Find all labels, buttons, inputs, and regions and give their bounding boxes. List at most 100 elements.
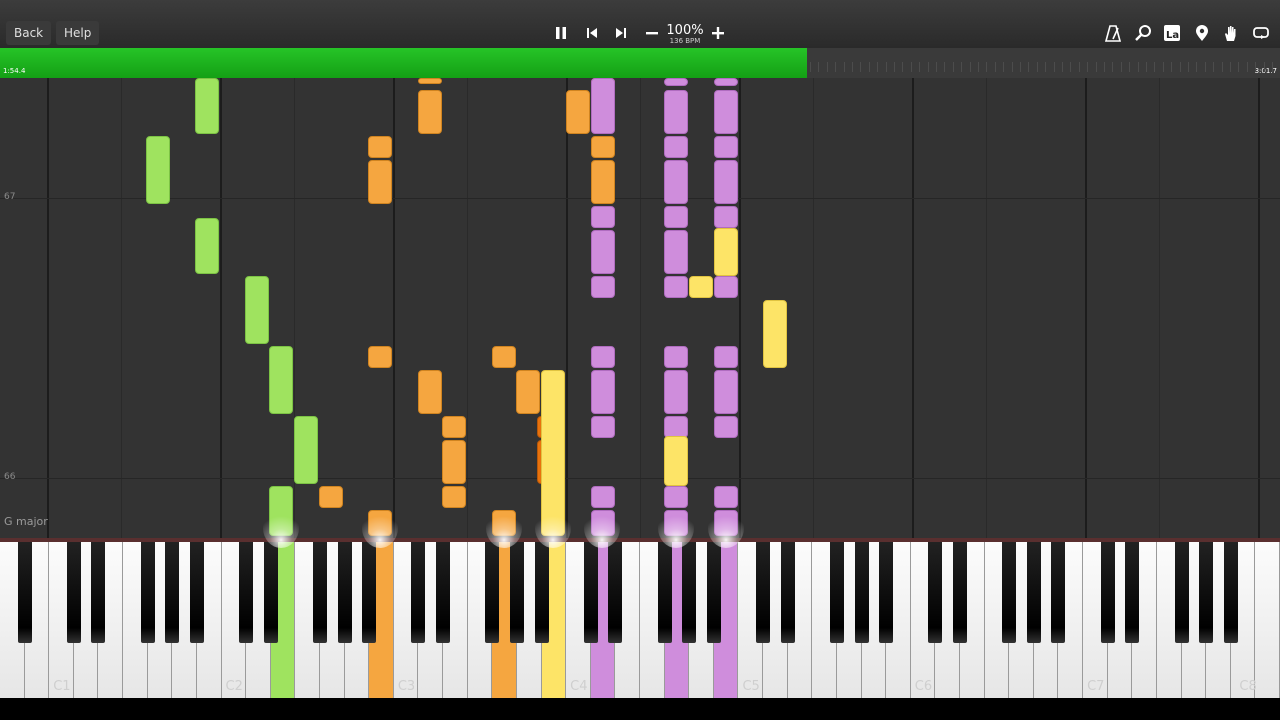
progress-tick bbox=[1020, 62, 1021, 72]
progress-tick bbox=[1011, 62, 1013, 72]
black-key[interactable] bbox=[189, 542, 204, 643]
black-key[interactable] bbox=[829, 542, 844, 643]
grid-line bbox=[121, 78, 122, 538]
key-signature: G major bbox=[4, 515, 48, 528]
note-block bbox=[368, 510, 392, 536]
black-key[interactable] bbox=[337, 542, 352, 643]
bookmark-icon[interactable] bbox=[1191, 22, 1213, 44]
grid-line bbox=[47, 78, 49, 538]
note-block bbox=[664, 416, 688, 438]
progress-tick bbox=[944, 62, 946, 72]
black-key[interactable] bbox=[583, 542, 598, 643]
zoom-icon[interactable] bbox=[1132, 22, 1154, 44]
black-key[interactable] bbox=[263, 542, 278, 643]
black-key[interactable] bbox=[756, 542, 771, 643]
note-block bbox=[664, 370, 688, 414]
black-key[interactable] bbox=[165, 542, 180, 643]
back-button[interactable]: Back bbox=[6, 21, 52, 45]
progress-tick bbox=[961, 62, 963, 72]
hand-icon[interactable] bbox=[1220, 22, 1242, 44]
note-block bbox=[418, 370, 442, 414]
black-key[interactable] bbox=[1100, 542, 1115, 643]
progress-tick bbox=[1154, 62, 1156, 72]
grid-line bbox=[986, 78, 987, 538]
progress-tick bbox=[986, 62, 988, 72]
minus-icon[interactable] bbox=[641, 22, 663, 44]
grid-line bbox=[912, 78, 914, 538]
white-key[interactable] bbox=[1255, 542, 1280, 698]
progress-tick bbox=[1095, 62, 1097, 72]
measure-number: 67 bbox=[4, 192, 16, 202]
top-toolbar: Back Help 100% 136 BPM La bbox=[0, 0, 1280, 48]
help-button[interactable]: Help bbox=[56, 21, 100, 45]
progress-tick bbox=[1036, 62, 1038, 72]
note-block bbox=[245, 276, 269, 344]
octave-label: C1 bbox=[53, 679, 71, 694]
note-block bbox=[664, 90, 688, 134]
black-key[interactable] bbox=[313, 542, 327, 643]
next-icon[interactable] bbox=[610, 22, 632, 44]
black-key[interactable] bbox=[534, 542, 549, 643]
black-key[interactable] bbox=[879, 542, 894, 643]
black-key[interactable] bbox=[1174, 542, 1189, 643]
black-key[interactable] bbox=[953, 542, 967, 643]
black-key[interactable] bbox=[239, 542, 254, 643]
note-block bbox=[714, 486, 738, 508]
progress-tick bbox=[1263, 62, 1265, 72]
note-block bbox=[442, 440, 466, 484]
metronome-icon[interactable] bbox=[1102, 22, 1124, 44]
progress-tick bbox=[1137, 62, 1139, 72]
progress-tick bbox=[1162, 62, 1164, 72]
progress-tick bbox=[1062, 62, 1063, 72]
black-key[interactable] bbox=[928, 542, 943, 643]
progress-tick bbox=[826, 62, 828, 72]
note-block bbox=[714, 136, 738, 158]
black-key[interactable] bbox=[1026, 542, 1041, 643]
black-key[interactable] bbox=[1125, 542, 1140, 643]
progress-tick bbox=[1204, 62, 1206, 72]
octave-label: C2 bbox=[225, 679, 243, 694]
black-key[interactable] bbox=[436, 542, 451, 643]
black-key[interactable] bbox=[706, 542, 721, 643]
progress-tick bbox=[902, 62, 904, 72]
progress-tick bbox=[1112, 62, 1114, 72]
black-key[interactable] bbox=[66, 542, 81, 643]
progress-tick bbox=[885, 62, 887, 72]
note-block bbox=[591, 276, 615, 298]
note-block bbox=[591, 346, 615, 368]
black-key[interactable] bbox=[1051, 542, 1066, 643]
black-key[interactable] bbox=[854, 542, 869, 643]
black-key[interactable] bbox=[1002, 542, 1017, 643]
note-block bbox=[664, 486, 688, 508]
total-time: 3:01.7 bbox=[1254, 67, 1277, 75]
progress-tick bbox=[969, 62, 971, 72]
pause-icon[interactable] bbox=[550, 22, 572, 44]
progress-tick bbox=[1129, 62, 1131, 72]
note-block bbox=[714, 90, 738, 134]
note-block bbox=[714, 206, 738, 228]
black-key[interactable] bbox=[411, 542, 426, 643]
black-key[interactable] bbox=[140, 542, 155, 643]
black-key[interactable] bbox=[682, 542, 697, 643]
black-key[interactable] bbox=[17, 542, 32, 643]
plus-icon[interactable] bbox=[707, 22, 729, 44]
octave-label: C4 bbox=[570, 679, 588, 694]
progress-tick bbox=[1146, 62, 1147, 72]
black-key[interactable] bbox=[509, 542, 524, 643]
progress-tick bbox=[952, 62, 954, 72]
black-key[interactable] bbox=[608, 542, 623, 643]
black-key[interactable] bbox=[485, 542, 500, 643]
previous-icon[interactable] bbox=[581, 22, 603, 44]
progress-tick bbox=[810, 62, 811, 72]
black-key[interactable] bbox=[657, 542, 672, 643]
progress-bar[interactable]: 1:54.4 3:01.7 bbox=[0, 48, 1280, 78]
black-key[interactable] bbox=[780, 542, 795, 643]
black-key[interactable] bbox=[362, 542, 377, 643]
loop-icon[interactable] bbox=[1250, 22, 1272, 44]
note-block bbox=[442, 416, 466, 438]
black-key[interactable] bbox=[91, 542, 106, 643]
black-key[interactable] bbox=[1199, 542, 1214, 643]
black-key[interactable] bbox=[1223, 542, 1238, 643]
note-block bbox=[714, 160, 738, 204]
note-labels-icon[interactable]: La bbox=[1161, 22, 1183, 44]
